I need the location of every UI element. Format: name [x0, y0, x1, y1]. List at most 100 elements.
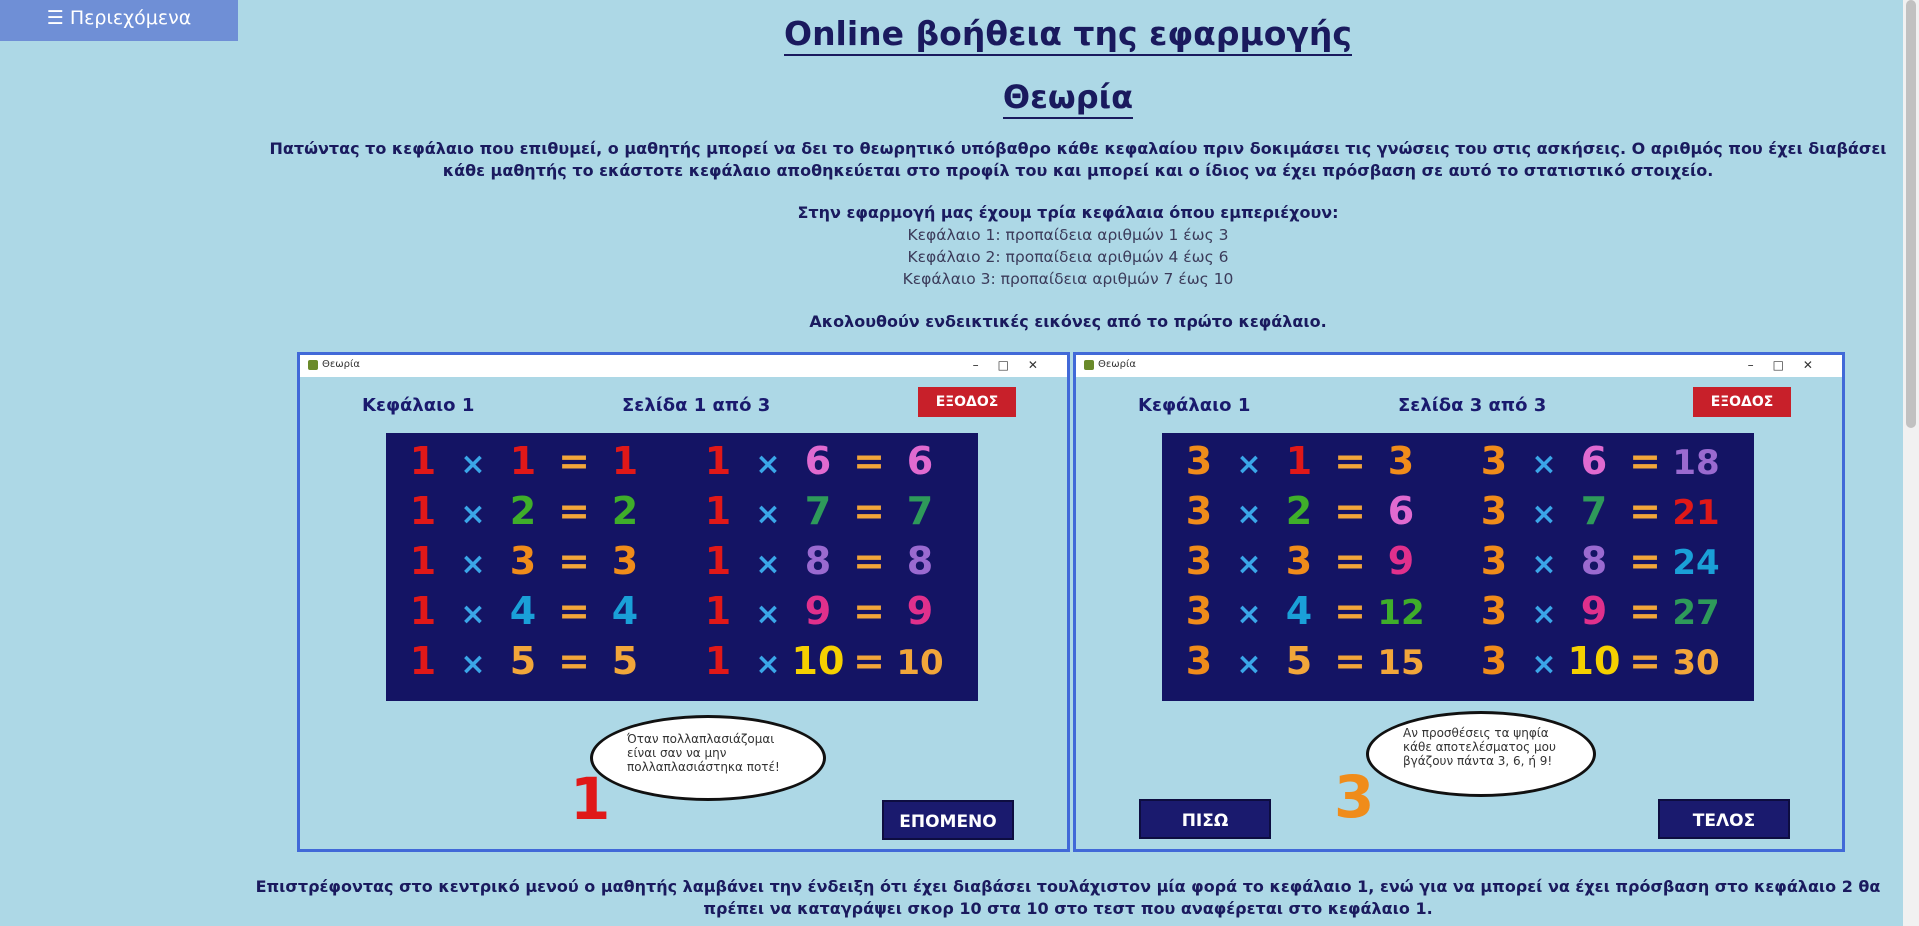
equation-row: 3 × 3 = 9 [1172, 539, 1428, 583]
equals-sign: = [558, 539, 590, 583]
times-sign: × [755, 547, 781, 582]
equation-row: 1 × 1 = 1 [396, 439, 652, 483]
equation-row: 1 × 2 = 2 [396, 489, 652, 533]
equation-row: 3 × 8 = 24 [1467, 539, 1723, 583]
factor-number: 1 [409, 489, 437, 533]
factor-number: 4 [1285, 589, 1313, 633]
factor-number: 3 [1480, 539, 1508, 583]
product-number: 4 [611, 589, 639, 633]
times-sign: × [755, 597, 781, 632]
equation-row: 1 × 6 = 6 [691, 439, 947, 483]
product-number: 1 [611, 439, 639, 483]
equation-row: 3 × 6 = 18 [1467, 439, 1723, 483]
factor-number: 8 [1580, 539, 1608, 583]
factor-number: 3 [1480, 489, 1508, 533]
contents-menu-button[interactable]: ☰ Περιεχόμενα [0, 0, 238, 41]
product-number: 12 [1377, 593, 1425, 633]
factor-number: 7 [1580, 489, 1608, 533]
equals-sign: = [1334, 539, 1366, 583]
equation-row: 3 × 9 = 27 [1467, 589, 1723, 633]
times-sign: × [460, 647, 486, 682]
factor-number: 2 [1285, 489, 1313, 533]
chapter-item: Κεφάλαιο 1: προπαίδεια αριθμών 1 έως 3 [907, 226, 1229, 244]
back-button: ΠΙΣΩ [1139, 799, 1271, 839]
factor-number: 1 [704, 589, 732, 633]
equals-sign: = [1334, 589, 1366, 633]
equals-sign: = [1629, 439, 1661, 483]
factor-number: 2 [509, 489, 537, 533]
equals-sign: = [558, 639, 590, 683]
chapters-heading: Στην εφαρμογή μας έχουμ τρία κεφάλαια όπ… [797, 203, 1339, 222]
product-number: 5 [611, 639, 639, 683]
equals-sign: = [853, 439, 885, 483]
equation-row: 3 × 1 = 3 [1172, 439, 1428, 483]
exit-button: ΕΞΟΔΟΣ [1693, 387, 1791, 417]
exit-button: ΕΞΟΔΟΣ [918, 387, 1016, 417]
times-sign: × [1236, 497, 1262, 532]
factor-number: 1 [409, 439, 437, 483]
chapter-label: Κεφάλαιο 1 [362, 395, 475, 416]
factor-number: 1 [704, 489, 732, 533]
times-sign: × [1236, 647, 1262, 682]
product-number: 27 [1672, 593, 1720, 633]
equation-row: 1 × 8 = 8 [691, 539, 947, 583]
product-number: 6 [906, 439, 934, 483]
page-indicator: Σελίδα 3 από 3 [1398, 395, 1547, 416]
window-titlebar: Θεωρία –□✕ [300, 355, 1067, 377]
factor-number: 6 [1580, 439, 1608, 483]
factor-number: 1 [704, 439, 732, 483]
equation-row: 3 × 4 = 12 [1172, 589, 1428, 633]
equals-sign: = [1629, 589, 1661, 633]
times-sign: × [1531, 597, 1557, 632]
equals-sign: = [1334, 489, 1366, 533]
times-sign: × [755, 447, 781, 482]
equals-sign: = [558, 489, 590, 533]
factor-number: 1 [704, 639, 732, 683]
factor-number: 5 [509, 639, 537, 683]
factor-number: 10 [791, 639, 845, 683]
factor-number: 3 [1480, 639, 1508, 683]
page-scrollbar[interactable] [1903, 0, 1919, 926]
factor-number: 1 [509, 439, 537, 483]
factor-number: 3 [1480, 589, 1508, 633]
times-sign: × [1236, 547, 1262, 582]
speech-bubble: Όταν πολλαπλασιάζομαι είναι σαν να μην π… [590, 715, 826, 801]
product-number: 21 [1672, 493, 1720, 533]
chapter-item: Κεφάλαιο 2: προπαίδεια αριθμών 4 έως 6 [907, 248, 1229, 266]
product-number: 2 [611, 489, 639, 533]
product-number: 24 [1672, 543, 1720, 583]
product-number: 9 [906, 589, 934, 633]
app-view: Κεφάλαιο 1 Σελίδα 3 από 3 ΕΞΟΔΟΣ 3 × 1 = 3 3 ×… [1076, 377, 1842, 849]
times-sign: × [755, 497, 781, 532]
app-icon [1084, 360, 1094, 370]
factor-number: 3 [1185, 489, 1213, 533]
factor-number: 10 [1567, 639, 1621, 683]
factor-number: 9 [1580, 589, 1608, 633]
product-number: 8 [906, 539, 934, 583]
equation-row: 3 × 2 = 6 [1172, 489, 1428, 533]
equals-sign: = [853, 489, 885, 533]
equals-sign: = [1629, 489, 1661, 533]
times-sign: × [755, 647, 781, 682]
screenshot-theory-page-3: Θεωρία –□✕ Κεφάλαιο 1 Σελίδα 3 από 3 ΕΞΟ… [1073, 352, 1845, 852]
equation-row: 3 × 5 = 15 [1172, 639, 1428, 683]
scrollbar-thumb[interactable] [1906, 0, 1916, 428]
window-titlebar: Θεωρία –□✕ [1076, 355, 1842, 377]
equals-sign: = [1334, 439, 1366, 483]
factor-number: 4 [509, 589, 537, 633]
equals-sign: = [1629, 539, 1661, 583]
times-sign: × [1531, 447, 1557, 482]
factor-number: 6 [804, 439, 832, 483]
equals-sign: = [853, 539, 885, 583]
factor-number: 3 [1185, 539, 1213, 583]
factor-number: 1 [409, 639, 437, 683]
equals-sign: = [1629, 639, 1661, 683]
times-sign: × [1236, 597, 1262, 632]
factor-number: 9 [804, 589, 832, 633]
factor-number: 3 [1185, 589, 1213, 633]
end-button: ΤΕΛΟΣ [1658, 799, 1790, 839]
equation-row: 1 × 3 = 3 [396, 539, 652, 583]
window-controls: –□✕ [972, 358, 1057, 372]
times-sign: × [460, 447, 486, 482]
images-intro: Ακολουθούν ενδεικτικές εικόνες από το πρ… [809, 312, 1327, 331]
